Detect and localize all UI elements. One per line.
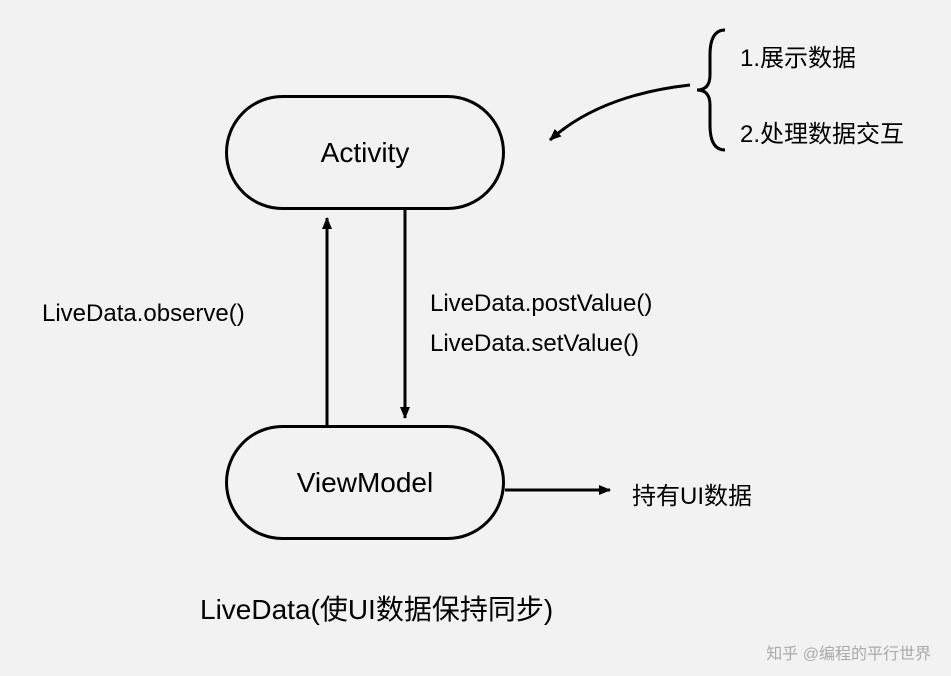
postvalue-label: LiveData.postValue() bbox=[430, 290, 652, 318]
holds-ui-data-label: 持有UI数据 bbox=[632, 476, 752, 511]
viewmodel-label: ViewModel bbox=[297, 467, 433, 499]
diagram-caption: LiveData(使UI数据保持同步) bbox=[200, 588, 553, 628]
viewmodel-node: ViewModel bbox=[225, 425, 505, 540]
observe-label: LiveData.observe() bbox=[42, 300, 245, 328]
setvalue-label: LiveData.setValue() bbox=[430, 330, 639, 358]
responsibility-item-1: 1.展示数据 bbox=[740, 38, 856, 73]
activity-label: Activity bbox=[321, 137, 410, 169]
architecture-diagram: Activity ViewModel LiveData.observe() Li… bbox=[0, 0, 951, 676]
watermark: 知乎 @编程的平行世界 bbox=[766, 640, 931, 664]
responsibility-item-2: 2.处理数据交互 bbox=[740, 114, 904, 149]
activity-node: Activity bbox=[225, 95, 505, 210]
